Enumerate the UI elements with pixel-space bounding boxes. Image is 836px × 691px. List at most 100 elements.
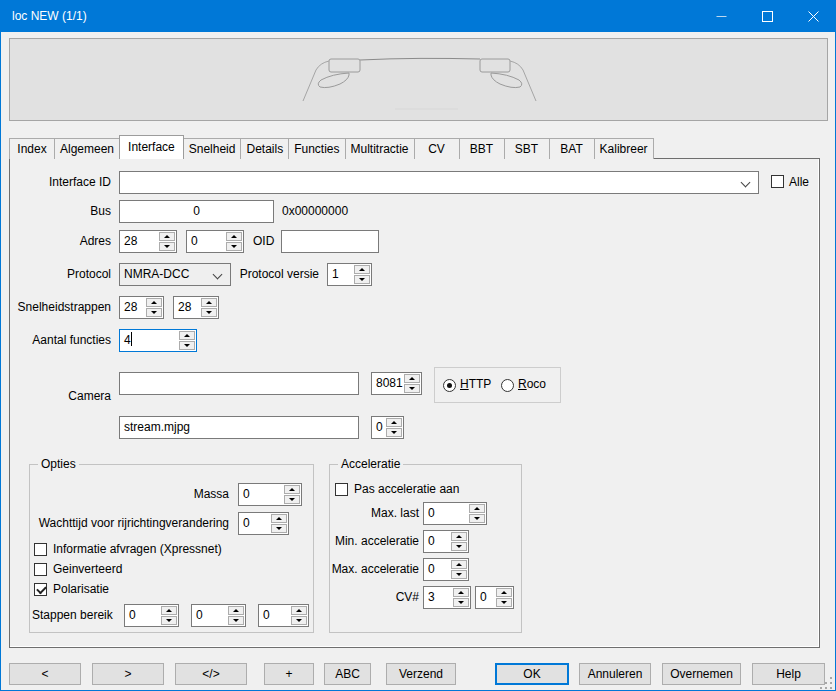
spin-up-icon[interactable] <box>404 374 420 383</box>
camera-url-field[interactable] <box>119 372 359 395</box>
stappen-spinner-2[interactable]: 0 <box>191 604 246 627</box>
tab-bbt[interactable]: BBT <box>459 138 505 159</box>
stappen-spinner-1[interactable]: 0 <box>124 604 179 627</box>
tab-interface[interactable]: Interface <box>119 135 184 159</box>
aantal-functies-spinner[interactable]: 4 <box>119 329 197 352</box>
spin-up-icon[interactable] <box>226 232 242 241</box>
spin-down-icon[interactable] <box>271 524 287 533</box>
interface-id-combobox[interactable] <box>119 171 759 194</box>
code-button[interactable]: </> <box>175 663 247 685</box>
spin-up-icon[interactable] <box>201 298 217 307</box>
protocol-combobox[interactable]: NMRA-DCC <box>119 263 231 286</box>
prev-button[interactable]: < <box>9 663 81 685</box>
chevron-down-icon[interactable] <box>213 270 223 280</box>
overnemen-button[interactable]: Overnemen <box>662 663 741 685</box>
snelheidstrappen-spinner-2[interactable]: 28 <box>173 296 219 319</box>
spin-up-icon[interactable] <box>161 606 177 615</box>
roco-radio[interactable] <box>501 379 514 392</box>
adres-spinner-2[interactable]: 0 <box>186 230 244 253</box>
tab-multitractie[interactable]: Multitractie <box>345 138 415 159</box>
tab-index[interactable]: Index <box>9 138 55 159</box>
adres-spinner-1[interactable]: 28 <box>119 230 177 253</box>
spin-up-icon[interactable] <box>228 606 244 615</box>
spin-down-icon[interactable] <box>228 616 244 625</box>
tab-algemeen[interactable]: Algemeen <box>54 138 120 159</box>
polarisatie-checkbox-label[interactable]: Polarisatie <box>53 579 109 599</box>
spin-up-icon[interactable] <box>271 514 287 523</box>
spin-up-icon[interactable] <box>179 331 195 340</box>
min-acceleratie-spinner[interactable]: 0 <box>423 530 469 553</box>
close-button[interactable] <box>790 0 836 32</box>
spin-down-icon[interactable] <box>291 616 307 625</box>
spin-up-icon[interactable] <box>354 265 370 274</box>
spin-up-icon[interactable] <box>451 560 467 569</box>
tab-cv[interactable]: CV <box>414 138 460 159</box>
spin-up-icon[interactable] <box>469 504 485 513</box>
ok-button[interactable]: OK <box>495 663 569 685</box>
snelheidstrappen-spinner-1[interactable]: 28 <box>119 296 164 319</box>
tab-sbt[interactable]: SBT <box>504 138 550 159</box>
plus-button[interactable]: + <box>264 663 314 685</box>
spin-up-icon[interactable] <box>386 418 402 427</box>
tab-details[interactable]: Details <box>240 138 289 159</box>
spin-down-icon[interactable] <box>453 598 469 607</box>
bus-field[interactable]: 0 <box>119 200 274 223</box>
geinverteerd-checkbox-label[interactable]: Geinverteerd <box>53 559 122 579</box>
polarisatie-checkbox[interactable] <box>34 583 47 596</box>
cv-spinner-2[interactable]: 0 <box>475 586 514 609</box>
spin-down-icon[interactable] <box>404 384 420 393</box>
max-acceleratie-spinner[interactable]: 0 <box>423 558 469 581</box>
camera-stream-field[interactable]: stream.mjpg <box>119 416 359 439</box>
camera-port-spinner[interactable]: 8081 <box>371 372 422 395</box>
xpressnet-checkbox-label[interactable]: Informatie afvragen (Xpressnet) <box>53 539 222 559</box>
verzend-button[interactable]: Verzend <box>386 663 456 685</box>
tab-bat[interactable]: BAT <box>549 138 595 159</box>
spin-down-icon[interactable] <box>284 495 300 504</box>
spin-down-icon[interactable] <box>496 598 512 607</box>
spin-up-icon[interactable] <box>496 588 512 597</box>
geinverteerd-checkbox[interactable] <box>34 563 47 576</box>
pas-acceleratie-checkbox-label[interactable]: Pas acceleratie aan <box>354 479 459 499</box>
camera-stream-spinner[interactable]: 0 <box>371 416 404 439</box>
alle-checkbox[interactable] <box>771 175 784 188</box>
spin-down-icon[interactable] <box>161 616 177 625</box>
minimize-button[interactable] <box>698 0 744 32</box>
stappen-spinner-3[interactable]: 0 <box>258 604 309 627</box>
wachttijd-spinner[interactable]: 0 <box>238 512 289 535</box>
http-radio-label[interactable]: HTTP <box>460 373 491 396</box>
spin-up-icon[interactable] <box>146 298 162 307</box>
protocol-versie-spinner[interactable]: 1 <box>327 263 372 286</box>
abc-button[interactable]: ABC <box>324 663 371 685</box>
chevron-down-icon[interactable] <box>741 178 751 188</box>
spin-down-icon[interactable] <box>469 514 485 523</box>
spin-down-icon[interactable] <box>226 242 242 251</box>
spin-down-icon[interactable] <box>201 308 217 317</box>
next-button[interactable]: > <box>92 663 164 685</box>
spin-down-icon[interactable] <box>159 242 175 251</box>
cv-spinner-1[interactable]: 3 <box>423 586 471 609</box>
spin-down-icon[interactable] <box>179 341 195 350</box>
spin-up-icon[interactable] <box>159 232 175 241</box>
massa-spinner[interactable]: 0 <box>238 483 302 506</box>
tab-snelheid[interactable]: Snelheid <box>183 138 242 159</box>
spin-down-icon[interactable] <box>451 570 467 579</box>
xpressnet-checkbox[interactable] <box>34 543 47 556</box>
max-last-spinner[interactable]: 0 <box>423 502 487 525</box>
spin-down-icon[interactable] <box>451 542 467 551</box>
spin-up-icon[interactable] <box>291 606 307 615</box>
spin-up-icon[interactable] <box>284 485 300 494</box>
spin-down-icon[interactable] <box>146 308 162 317</box>
maximize-button[interactable] <box>744 0 790 32</box>
spin-up-icon[interactable] <box>451 532 467 541</box>
pas-acceleratie-checkbox[interactable] <box>335 483 348 496</box>
title-bar[interactable]: loc NEW (1/1) <box>0 0 836 32</box>
http-radio[interactable] <box>443 379 456 392</box>
oid-field[interactable] <box>281 230 379 253</box>
tab-functies[interactable]: Functies <box>288 138 345 159</box>
spin-up-icon[interactable] <box>453 588 469 597</box>
tab-kalibreer[interactable]: Kalibreer <box>594 138 654 159</box>
alle-label[interactable]: Alle <box>789 171 809 194</box>
spin-down-icon[interactable] <box>354 275 370 284</box>
spin-down-icon[interactable] <box>386 428 402 437</box>
roco-radio-label[interactable]: Roco <box>518 373 546 396</box>
